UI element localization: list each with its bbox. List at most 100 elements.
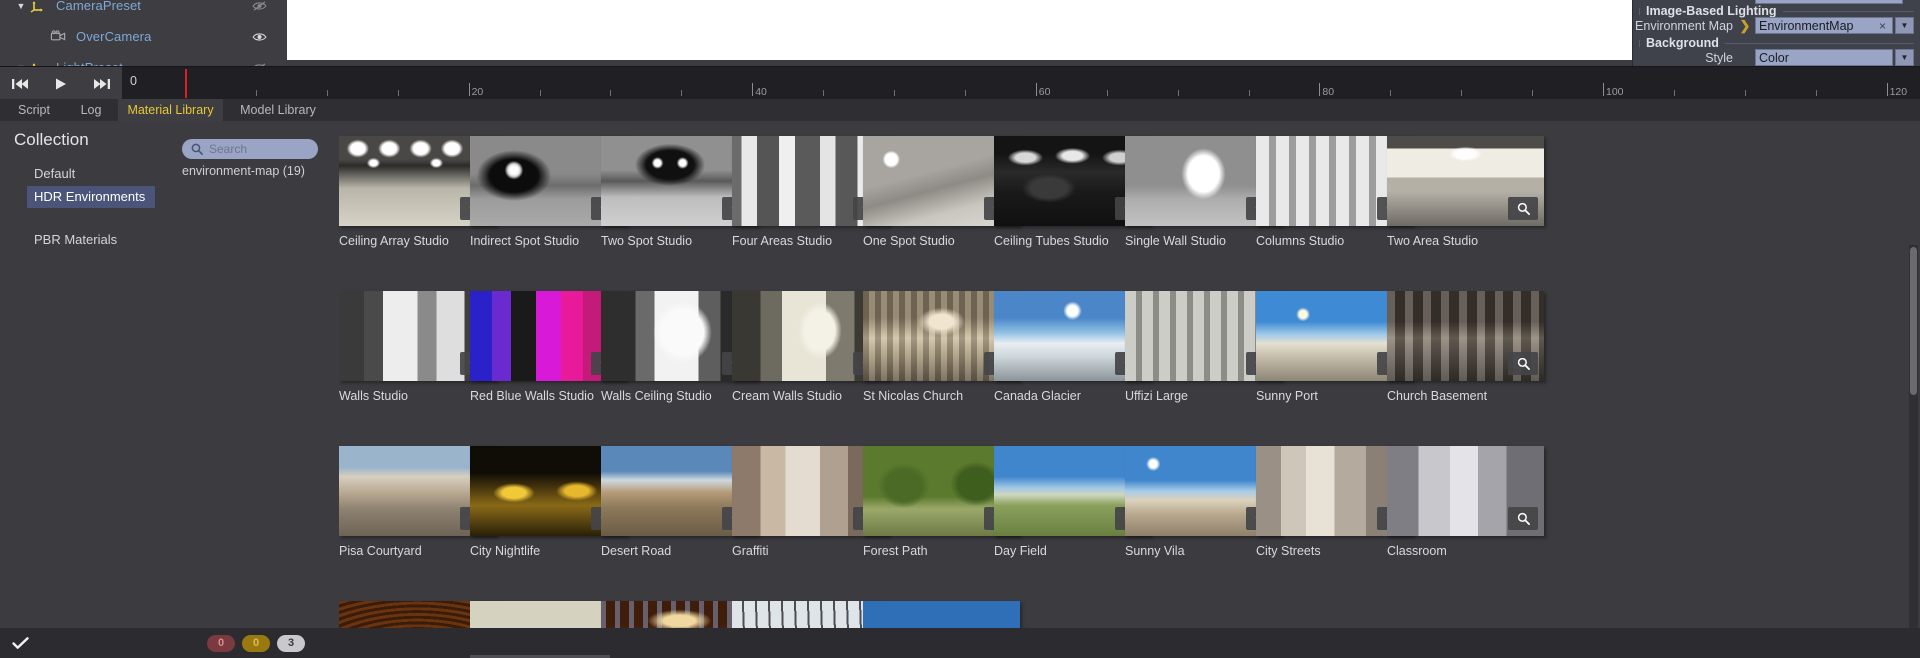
- ruler-minor-tick: [1673, 90, 1675, 96]
- group-image-based-lighting: Image-Based Lighting: [1639, 4, 1914, 18]
- environment-card-label: Two Area Studio: [1387, 234, 1479, 248]
- ruler-minor-tick: [1744, 90, 1746, 96]
- search-placeholder: Search: [209, 142, 248, 156]
- search-icon: [191, 143, 203, 155]
- ruler-tick-label: 40: [755, 86, 767, 98]
- environment-grid: Ceiling Array Studio Indirect Spot Studio…: [339, 121, 1910, 637]
- environment-card-label: Classroom: [1387, 544, 1447, 558]
- properties-panel: Image-Based Lighting Environment Map ❯ E…: [1632, 0, 1920, 66]
- timeline-bar[interactable]: 0 20 40 60 80 100 120: [0, 66, 1920, 100]
- ruler-minor-tick: [539, 90, 541, 96]
- group-rule: [1782, 10, 1914, 12]
- environment-thumbnail[interactable]: [1387, 291, 1544, 381]
- ruler-minor-tick: [964, 90, 966, 96]
- ruler-minor-tick: [610, 90, 612, 96]
- ruler-tick-label: 20: [471, 86, 484, 98]
- ruler-minor-tick: [397, 90, 399, 96]
- transport-controls: [0, 67, 122, 100]
- magnifier-icon[interactable]: [1508, 507, 1538, 530]
- tab-log[interactable]: Log: [64, 99, 118, 121]
- background-style-value: Color: [1759, 50, 1789, 65]
- ruler-tick-label: 120: [1889, 86, 1908, 98]
- sidebar-item-hdr-environments[interactable]: HDR Environments: [27, 186, 155, 208]
- group-title: Image-Based Lighting: [1646, 4, 1777, 18]
- background-style-row: Style Color ▼: [1633, 49, 1920, 66]
- magnifier-icon[interactable]: [1508, 352, 1538, 375]
- environment-map-value: EnvironmentMap: [1759, 18, 1854, 33]
- outliner-item-label: OverCamera: [76, 29, 152, 44]
- info-badge[interactable]: 3: [277, 634, 305, 652]
- tab-script[interactable]: Script: [4, 99, 64, 121]
- check-icon: [12, 636, 29, 650]
- outliner-item-label: CameraPreset: [56, 0, 142, 13]
- ruler-tick-label: 60: [1038, 86, 1051, 98]
- material-library-panel: Collection Default HDR Environments PBR …: [0, 121, 1920, 658]
- environment-map-label: Environment Map: [1635, 18, 1733, 33]
- error-badge[interactable]: 0: [207, 634, 235, 652]
- application-window: ▼ CameraPreset OverCamera Image-Based Li…: [0, 0, 1920, 658]
- ruler-minor-tick: [1461, 90, 1463, 96]
- ruler-minor-tick: [1390, 90, 1392, 96]
- playhead[interactable]: [185, 69, 187, 98]
- background-style-dropdown[interactable]: ▼: [1895, 49, 1914, 66]
- group-background: Background: [1639, 36, 1914, 50]
- skip-forward-icon[interactable]: [87, 70, 117, 98]
- group-tick: [1639, 7, 1640, 15]
- top-strip: ▼ CameraPreset OverCamera Image-Based Li…: [0, 0, 1920, 75]
- environment-thumbnail[interactable]: [1387, 446, 1544, 536]
- ruler-minor-tick: [1815, 90, 1817, 96]
- ruler-minor-tick: [1248, 90, 1250, 96]
- group-tick: [1639, 39, 1640, 47]
- clear-icon[interactable]: ×: [1876, 19, 1889, 33]
- environment-thumbnail[interactable]: [1387, 136, 1544, 226]
- outliner-item-camerapreset[interactable]: ▼ CameraPreset: [0, 0, 287, 19]
- play-icon[interactable]: [46, 70, 76, 98]
- outliner-panel: ▼ CameraPreset OverCamera: [0, 0, 287, 75]
- skip-back-icon[interactable]: [5, 70, 35, 98]
- outliner-item-overcamera[interactable]: OverCamera: [0, 23, 287, 50]
- ruler-minor-tick: [1532, 90, 1534, 96]
- group-rule: [1724, 42, 1914, 44]
- ruler-minor-tick: [681, 90, 683, 96]
- scrollbar-thumb[interactable]: [1910, 247, 1917, 395]
- background-style-field[interactable]: Color: [1755, 49, 1893, 66]
- ruler-minor-tick: [1177, 90, 1179, 96]
- group-title: Background: [1646, 36, 1719, 50]
- environment-card[interactable]: Two Area Studio: [1387, 136, 1544, 248]
- collection-title: Collection: [14, 130, 89, 149]
- chevron-down-icon[interactable]: ▼: [14, 1, 28, 11]
- sidebar-item-default[interactable]: Default: [27, 163, 155, 185]
- environment-map-row: Environment Map ❯ EnvironmentMap × ▼: [1633, 17, 1920, 34]
- magnifier-icon[interactable]: [1508, 197, 1538, 220]
- tab-model-library[interactable]: Model Library: [228, 99, 328, 121]
- environment-card[interactable]: Church Basement: [1387, 291, 1544, 403]
- timeline-ruler[interactable]: 20 40 60 80 100 120: [122, 67, 1920, 100]
- environment-card[interactable]: Classroom: [1387, 446, 1544, 558]
- environment-card-label: Church Basement: [1387, 389, 1488, 403]
- library-count-label: environment-map (19): [182, 164, 305, 178]
- tab-bar: Script Log Material Library Model Librar…: [0, 99, 1920, 121]
- status-badges: 0 0 3: [207, 634, 305, 652]
- environment-map-field[interactable]: EnvironmentMap ×: [1755, 17, 1893, 34]
- eye-hidden-icon[interactable]: [252, 0, 267, 11]
- status-bar: 0 0 3: [0, 628, 1920, 658]
- chevron-right-icon[interactable]: ❯: [1737, 18, 1753, 34]
- search-input[interactable]: Search: [182, 139, 318, 159]
- ruler-minor-tick: [894, 90, 895, 96]
- ruler-minor-tick: [255, 90, 257, 96]
- eye-icon[interactable]: [252, 31, 267, 42]
- warning-badge[interactable]: 0: [242, 634, 270, 652]
- ruler-minor-tick: [1106, 90, 1108, 96]
- ruler-tick-label: 100: [1606, 86, 1624, 98]
- background-style-label: Style: [1705, 50, 1733, 65]
- viewport-3d[interactable]: [287, 0, 1632, 60]
- camera-icon: [50, 30, 70, 43]
- sidebar-item-pbr-materials[interactable]: PBR Materials: [27, 229, 155, 251]
- ruler-minor-tick: [823, 90, 825, 96]
- ruler-tick-label: 80: [1322, 86, 1335, 98]
- environment-map-dropdown[interactable]: ▼: [1895, 17, 1914, 34]
- collection-sidebar: Collection Default HDR Environments PBR …: [0, 121, 180, 637]
- tab-material-library[interactable]: Material Library: [118, 99, 223, 121]
- vertical-scrollbar[interactable]: [1909, 245, 1918, 658]
- ruler-minor-tick: [326, 90, 328, 96]
